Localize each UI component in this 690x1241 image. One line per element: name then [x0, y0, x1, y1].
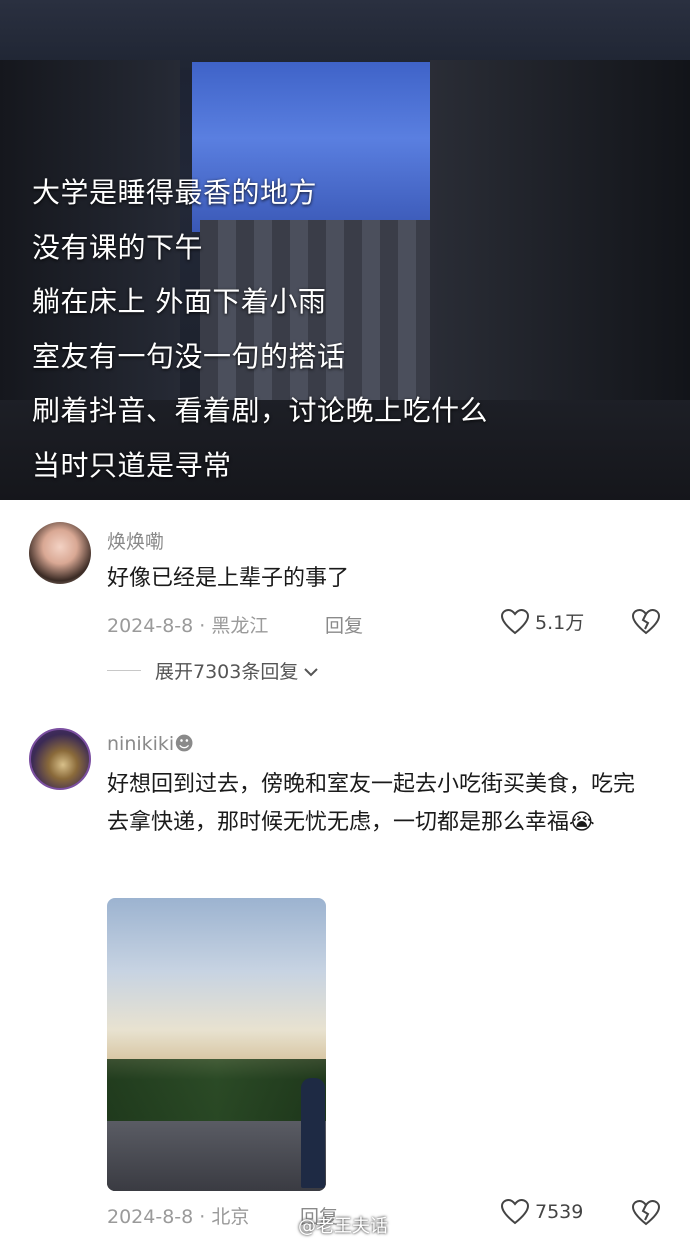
divider	[107, 670, 141, 671]
comment-username[interactable]: 焕焕嘞	[107, 527, 164, 554]
caption-line: 躺在床上 外面下着小雨	[32, 285, 327, 318]
caption-line: 刷着抖音、看着剧，讨论晚上吃什么	[32, 394, 489, 427]
heart-icon	[501, 608, 529, 634]
caption-line: 大学是睡得最香的地方	[32, 176, 318, 209]
caption-line: 当时只道是寻常	[32, 448, 232, 482]
avatar[interactable]	[29, 522, 91, 584]
reply-button[interactable]: 回复	[325, 611, 363, 638]
heart-icon	[501, 1199, 529, 1225]
expand-label: 展开7303条回复	[155, 661, 299, 683]
broken-heart-icon	[631, 1199, 661, 1226]
comment-date-location: 2024-8-8 · 黑龙江	[107, 615, 269, 637]
caption-line: 室友有一句没一句的搭话	[32, 339, 346, 373]
like-count: 7539	[535, 1201, 584, 1223]
post-image[interactable]: 大学是睡得最香的地方 没有课的下午 躺在床上 外面下着小雨 室友有一句没一句的搭…	[0, 0, 690, 500]
like-button[interactable]: 7539	[501, 1199, 583, 1225]
like-count: 5.1万	[535, 612, 585, 634]
expand-replies-button[interactable]: 展开7303条回复	[107, 657, 319, 684]
dislike-button[interactable]	[631, 608, 661, 639]
caption-line: 没有课的下午	[32, 230, 204, 264]
post-caption: 大学是睡得最香的地方 没有课的下午 躺在床上 外面下着小雨 室友有一句没一句的搭…	[32, 166, 488, 493]
photo-person	[301, 1078, 325, 1188]
comment-date-location: 2024-8-8 · 北京	[107, 1206, 250, 1228]
chevron-down-icon	[304, 660, 319, 682]
broken-heart-icon	[631, 608, 661, 635]
comment-photo[interactable]	[107, 898, 326, 1191]
avatar[interactable]	[29, 728, 91, 790]
like-button[interactable]: 5.1万	[501, 608, 584, 635]
comment-username[interactable]: ninikiki☻	[107, 733, 194, 755]
watermark: @老王夫话	[298, 1216, 388, 1237]
photo-road	[107, 1120, 326, 1191]
comment-text: 好像已经是上辈子的事了	[107, 566, 350, 591]
dislike-button[interactable]	[631, 1199, 661, 1230]
comment-text: 好想回到过去，傍晚和室友一起去小吃街买美食，吃完去拿快递，那时候无忧无虑，一切都…	[107, 772, 636, 835]
